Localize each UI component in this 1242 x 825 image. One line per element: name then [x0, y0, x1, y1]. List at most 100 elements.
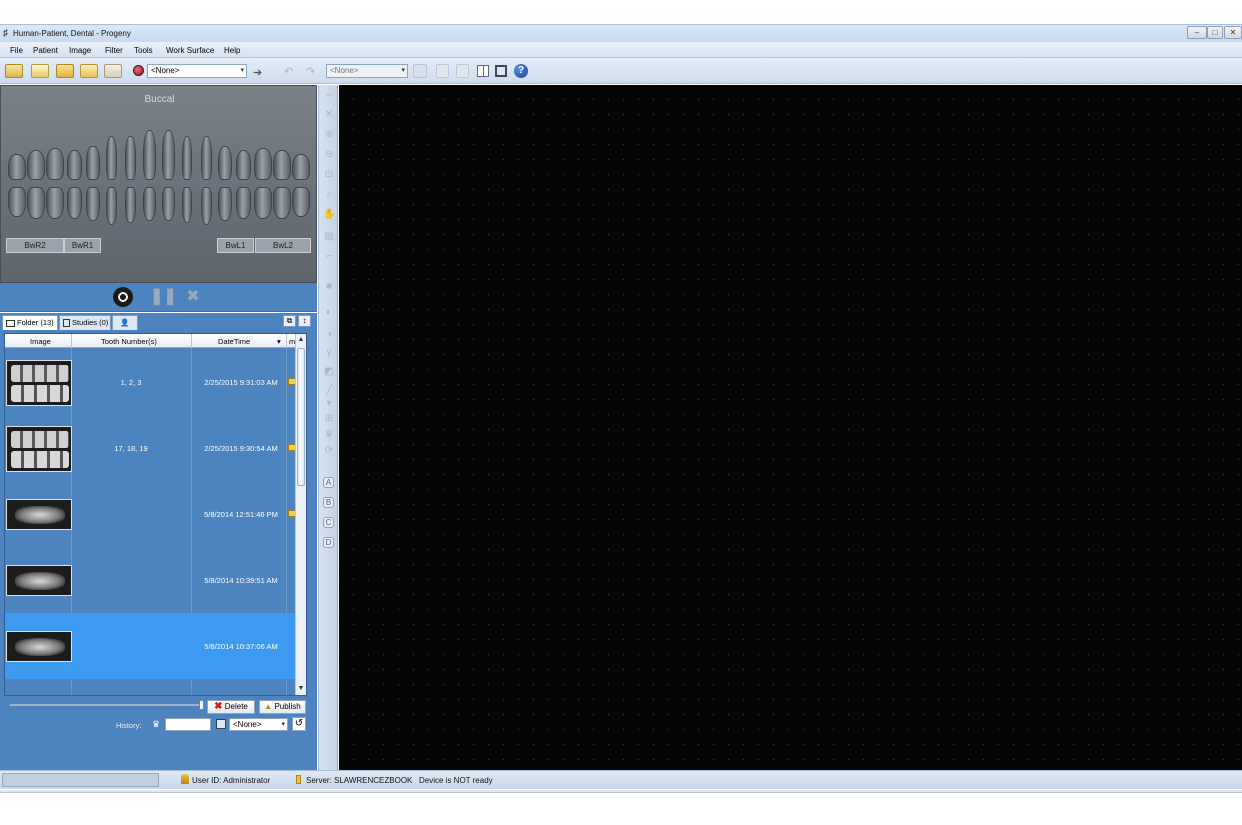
tooth-lower-1[interactable]: [8, 187, 27, 217]
secondary-select[interactable]: <None> ▾: [326, 64, 408, 78]
history-input[interactable]: [165, 718, 211, 731]
tooth-upper-12[interactable]: [218, 146, 232, 180]
menu-tools[interactable]: Tools: [134, 46, 153, 55]
tooth-upper-15[interactable]: [272, 150, 291, 180]
col-image[interactable]: Image: [30, 337, 51, 346]
bitewing-bwl2-button[interactable]: BwL2: [255, 238, 311, 253]
magnify-icon[interactable]: ⌕: [323, 189, 335, 201]
paste-icon[interactable]: [456, 64, 469, 78]
tab-studies[interactable]: Studies (0): [59, 315, 111, 330]
bitewing-bwl1-button[interactable]: BwL1: [217, 238, 254, 253]
layout-grid-icon[interactable]: [477, 65, 489, 77]
image-adjust-icon[interactable]: ▨: [323, 231, 335, 243]
minimize-icon[interactable]: –: [1187, 26, 1207, 39]
maximize-icon[interactable]: □: [1207, 26, 1223, 39]
image-workspace[interactable]: [339, 85, 1242, 770]
edit-patient-icon[interactable]: [80, 64, 98, 78]
tooth-lower-10[interactable]: [182, 187, 193, 223]
radiation-icon[interactable]: [113, 287, 133, 307]
image-row[interactable]: 17, 18, 19 2/25/2015 9:30:54 AM: [5, 415, 297, 481]
scroll-thumb[interactable]: [297, 348, 305, 486]
layout-a-button[interactable]: A: [323, 477, 334, 488]
record-icon[interactable]: [133, 65, 144, 76]
tooth-lower-6[interactable]: [106, 187, 118, 225]
help-icon[interactable]: ?: [514, 64, 528, 78]
list-scrollbar[interactable]: ▲ ▼: [295, 334, 306, 695]
acquire-arrow-icon[interactable]: ➔: [253, 66, 262, 79]
pause-icon[interactable]: ❚❚: [150, 287, 177, 307]
contrast-icon[interactable]: ◑: [323, 329, 335, 341]
patient-info-icon[interactable]: [104, 64, 122, 78]
region-icon[interactable]: ■: [323, 281, 335, 293]
open-patient-icon[interactable]: [5, 64, 23, 78]
invert-icon[interactable]: ◩: [323, 366, 335, 378]
tooth-lower-13[interactable]: [236, 187, 252, 219]
history-select[interactable]: <None> ▾: [229, 718, 288, 731]
col-datetime[interactable]: DateTime: [218, 337, 250, 346]
gamma-icon[interactable]: γ: [323, 347, 335, 359]
close-view-icon[interactable]: ✕: [323, 109, 335, 121]
undo-icon[interactable]: ↶: [284, 65, 293, 78]
sort-icon[interactable]: ↕: [298, 315, 311, 327]
slider-knob[interactable]: [199, 700, 204, 710]
pan-hand-icon[interactable]: ✋: [323, 209, 335, 221]
measure-icon[interactable]: ╱: [323, 385, 335, 397]
folder-icon[interactable]: [56, 64, 74, 78]
zoom-in-icon[interactable]: ⊕: [323, 129, 335, 141]
tooth-lower-2[interactable]: [27, 187, 46, 219]
tooth-lower-7[interactable]: [125, 187, 136, 223]
tooth-upper-14[interactable]: [253, 148, 272, 180]
cancel-icon[interactable]: ✖: [183, 287, 203, 307]
tooth-lower-3[interactable]: [46, 187, 65, 219]
popout-icon[interactable]: ⧉: [283, 315, 296, 327]
menu-help[interactable]: Help: [224, 46, 240, 55]
tooth-upper-10[interactable]: [182, 136, 193, 180]
tooth-upper-5[interactable]: [86, 146, 100, 180]
tooth-upper-11[interactable]: [200, 136, 212, 180]
patient-card-icon[interactable]: [31, 64, 49, 78]
tooth-lower-11[interactable]: [200, 187, 212, 225]
export-icon[interactable]: [413, 64, 427, 78]
tab-person[interactable]: 👤: [112, 315, 138, 330]
panoramic-xray-thumbnail[interactable]: [6, 631, 72, 662]
angle-icon[interactable]: ▾: [323, 398, 335, 410]
panoramic-xray-thumbnail[interactable]: [6, 565, 72, 596]
menu-file[interactable]: File: [10, 46, 23, 55]
rotate-icon[interactable]: ⟳: [323, 445, 335, 457]
publish-button[interactable]: ▲ Publish: [259, 700, 306, 714]
tooth-lower-9[interactable]: [161, 187, 176, 221]
tab-folder[interactable]: Folder (13): [2, 315, 58, 330]
tooth-lower-12[interactable]: [218, 187, 232, 221]
fullscreen-icon[interactable]: [495, 65, 507, 77]
tooth-lower-16[interactable]: [291, 187, 310, 217]
panoramic-xray-thumbnail[interactable]: [6, 499, 72, 530]
close-icon[interactable]: ✕: [1224, 26, 1242, 39]
tooth-upper-16[interactable]: [291, 154, 310, 180]
expand-icon[interactable]: ⇔: [323, 89, 335, 101]
tooth-lower-5[interactable]: [86, 187, 100, 221]
crop-icon[interactable]: ⌐: [323, 251, 335, 263]
image-row[interactable]: 5/8/2014 12:51:46 PM: [5, 481, 297, 547]
menu-image[interactable]: Image: [69, 46, 91, 55]
layout-c-button[interactable]: C: [323, 517, 334, 528]
menu-patient[interactable]: Patient: [33, 46, 58, 55]
tooth-upper-8[interactable]: [142, 130, 157, 180]
tooth-upper-1[interactable]: [8, 154, 27, 180]
tooth-upper-3[interactable]: [46, 148, 65, 180]
tooth-lower-14[interactable]: [253, 187, 272, 219]
zoom-fit-icon[interactable]: ⊡: [323, 169, 335, 181]
image-row[interactable]: 1, 2, 3 2/25/2015 9:31:03 AM: [5, 349, 297, 415]
refresh-icon[interactable]: ↺: [292, 717, 306, 731]
bitewing-xray-thumbnail[interactable]: [6, 426, 72, 472]
delete-button[interactable]: ✖ Delete: [207, 700, 255, 714]
layout-d-button[interactable]: D: [323, 537, 334, 548]
tooth-upper-9[interactable]: [161, 130, 176, 180]
tooth-tool-icon[interactable]: ♛: [323, 429, 335, 441]
bitewing-bwr1-button[interactable]: BwR1: [64, 238, 101, 253]
redo-icon[interactable]: ↷: [306, 65, 315, 78]
bitewing-bwr2-button[interactable]: BwR2: [6, 238, 64, 253]
menu-filter[interactable]: Filter: [105, 46, 123, 55]
tooth-upper-13[interactable]: [236, 150, 252, 180]
image-row[interactable]: 5/8/2014 10:39:51 AM: [5, 547, 297, 613]
tooth-upper-7[interactable]: [125, 136, 136, 180]
